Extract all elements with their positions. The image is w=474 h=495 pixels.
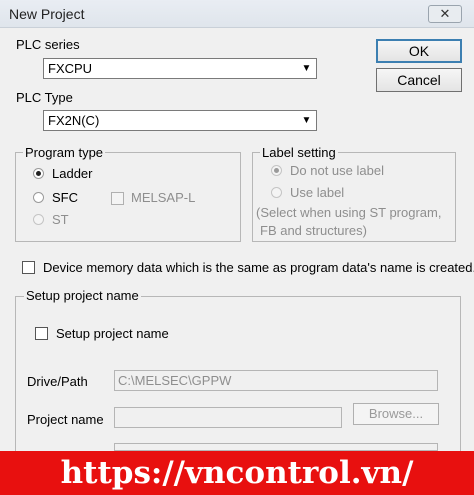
setup-project-checkbox-label: Setup project name: [56, 326, 169, 341]
plc-series-select[interactable]: FXCPU ▼: [43, 58, 317, 79]
browse-button[interactable]: Browse...: [353, 403, 439, 425]
device-memory-label: Device memory data which is the same as …: [43, 260, 474, 275]
label-note-line2: FB and structures): [260, 223, 367, 238]
label-setting-title: Label setting: [260, 145, 338, 160]
st-label: ST: [52, 212, 69, 227]
st-radio[interactable]: [33, 214, 44, 225]
window-title: New Project: [9, 6, 85, 22]
chevron-down-icon[interactable]: ▼: [298, 112, 315, 129]
label-note-line1: (Select when using ST program,: [256, 205, 442, 220]
device-memory-checkbox[interactable]: [22, 261, 35, 274]
melsap-label: MELSAP-L: [131, 190, 196, 205]
setup-project-title: Setup project name: [24, 288, 141, 303]
chevron-down-icon[interactable]: ▼: [298, 60, 315, 77]
setup-project-checkbox[interactable]: [35, 327, 48, 340]
plc-type-value: FX2N(C): [48, 113, 100, 128]
melsap-checkbox[interactable]: [111, 192, 124, 205]
drive-path-label: Drive/Path: [27, 374, 88, 389]
use-label-label: Use label: [290, 185, 345, 200]
watermark-banner: https://vncontrol.vn/: [0, 451, 474, 495]
drive-path-field[interactable]: C:\MELSEC\GPPW: [114, 370, 438, 391]
cancel-button[interactable]: Cancel: [376, 68, 462, 92]
program-type-title: Program type: [23, 145, 106, 160]
close-icon: ✕: [439, 6, 451, 21]
ladder-label: Ladder: [52, 166, 93, 181]
program-type-group: [15, 152, 241, 242]
ladder-radio[interactable]: [33, 168, 44, 179]
ok-button[interactable]: OK: [376, 39, 462, 63]
do-not-use-label-label: Do not use label: [290, 163, 384, 178]
sfc-radio[interactable]: [33, 192, 44, 203]
close-button[interactable]: ✕: [428, 5, 462, 23]
drive-path-value: C:\MELSEC\GPPW: [118, 373, 232, 388]
project-name-field[interactable]: [114, 407, 342, 428]
plc-type-select[interactable]: FX2N(C) ▼: [43, 110, 317, 131]
project-name-label: Project name: [27, 412, 104, 427]
sfc-label: SFC: [52, 190, 78, 205]
title-field[interactable]: [114, 443, 438, 451]
plc-series-label: PLC series: [16, 37, 80, 52]
plc-type-label: PLC Type: [16, 90, 73, 105]
plc-series-value: FXCPU: [48, 61, 93, 76]
do-not-use-label-radio[interactable]: [271, 165, 282, 176]
use-label-radio[interactable]: [271, 187, 282, 198]
title-bar: New Project ✕: [0, 0, 474, 28]
